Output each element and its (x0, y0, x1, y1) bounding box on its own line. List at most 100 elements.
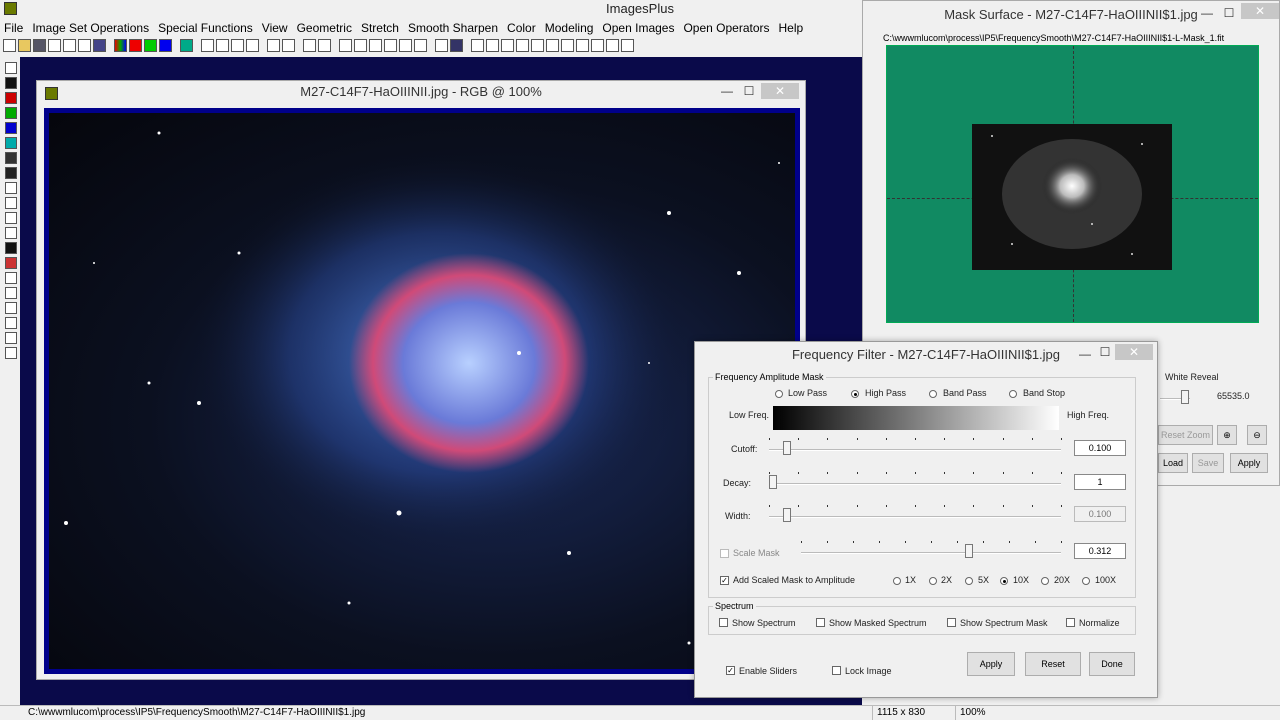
mult-2x-radio[interactable] (929, 577, 937, 585)
maximize-button[interactable]: ☐ (1215, 5, 1243, 21)
menu-modeling[interactable]: Modeling (545, 19, 594, 37)
close-button[interactable]: ✕ (1115, 344, 1153, 360)
zoom-out-icon[interactable] (486, 39, 499, 52)
mult-10x-radio[interactable] (1000, 577, 1008, 585)
menu-special-functions[interactable]: Special Functions (158, 19, 253, 37)
zoom-out-button[interactable]: ⊖ (1247, 425, 1267, 445)
undo-all-icon[interactable] (231, 39, 244, 52)
window-5-icon[interactable] (621, 39, 634, 52)
move-arrows-icon[interactable] (5, 272, 17, 284)
decay-value[interactable]: 1 (1074, 474, 1126, 490)
show-spectrum-mask-checkbox[interactable] (947, 618, 956, 627)
cyan-swatch-icon[interactable] (5, 137, 17, 149)
show-spectrum-checkbox[interactable] (719, 618, 728, 627)
mult-100x-radio[interactable] (1082, 577, 1090, 585)
mask-invert-icon[interactable] (5, 167, 17, 179)
curve-icon[interactable] (354, 39, 367, 52)
save-button[interactable]: Save (1192, 453, 1224, 473)
decay-slider[interactable] (769, 475, 777, 489)
cutoff-value[interactable]: 0.100 (1074, 440, 1126, 456)
grid-icon[interactable] (180, 39, 193, 52)
menu-image-set-operations[interactable]: Image Set Operations (32, 19, 149, 37)
move-icon[interactable] (384, 39, 397, 52)
red-channel-icon[interactable] (129, 39, 142, 52)
band-stop-radio[interactable] (1009, 390, 1017, 398)
low-pass-radio[interactable] (775, 390, 783, 398)
black-icon[interactable] (5, 77, 17, 89)
flag-icon[interactable] (5, 227, 17, 239)
gradient-icon[interactable] (5, 197, 17, 209)
pencil-icon[interactable] (435, 39, 448, 52)
menu-view[interactable]: View (262, 19, 288, 37)
window-4-icon[interactable] (606, 39, 619, 52)
zoom-plus-icon[interactable] (531, 39, 544, 52)
green-swatch-icon[interactable] (5, 107, 17, 119)
stop-icon[interactable] (282, 39, 295, 52)
menu-open-operators[interactable]: Open Operators (683, 19, 769, 37)
arrow-up-icon[interactable] (5, 287, 17, 299)
zoom-minus-icon[interactable] (546, 39, 559, 52)
load-button[interactable]: Load (1158, 453, 1188, 473)
delete-icon[interactable] (78, 39, 91, 52)
menu-stretch[interactable]: Stretch (361, 19, 399, 37)
band-pass-radio[interactable] (929, 390, 937, 398)
rotate-right-icon[interactable] (5, 332, 17, 344)
menu-help[interactable]: Help (779, 19, 804, 37)
reset-button[interactable]: Reset (1025, 652, 1081, 676)
menu-open-images[interactable]: Open Images (602, 19, 674, 37)
add-scaled-checkbox[interactable]: ✓ (720, 576, 729, 585)
high-pass-radio[interactable] (851, 390, 859, 398)
image-window[interactable]: M27-C14F7-HaOIIINII.jpg - RGB @ 100% — ☐… (36, 80, 806, 680)
app-logo-icon[interactable] (4, 2, 17, 15)
dots-icon[interactable] (303, 39, 316, 52)
save-icon[interactable] (33, 39, 46, 52)
image-icon[interactable] (414, 39, 427, 52)
mask-plot[interactable] (886, 45, 1259, 323)
crosshair-icon[interactable] (369, 39, 382, 52)
rotate-left-icon[interactable] (5, 317, 17, 329)
menu-color[interactable]: Color (507, 19, 536, 37)
width-value[interactable]: 0.100 (1074, 506, 1126, 522)
scale-mask-value[interactable]: 0.312 (1074, 543, 1126, 559)
zoom-actual-icon[interactable] (516, 39, 529, 52)
undo-icon[interactable] (201, 39, 214, 52)
new-file-icon[interactable] (3, 39, 16, 52)
red-swatch-icon[interactable] (5, 92, 17, 104)
blank-icon[interactable] (399, 39, 412, 52)
close-image-icon[interactable] (48, 39, 61, 52)
select-icon[interactable] (318, 39, 331, 52)
blue-swatch-icon[interactable] (5, 122, 17, 134)
zoom-in-icon[interactable] (471, 39, 484, 52)
zoom-fit-icon[interactable] (501, 39, 514, 52)
info-icon[interactable] (450, 39, 463, 52)
histogram-icon[interactable] (339, 39, 352, 52)
rgb-channels-icon[interactable] (114, 39, 127, 52)
window-1-icon[interactable] (561, 39, 574, 52)
maximize-button[interactable]: ☐ (735, 83, 763, 99)
image-red-icon[interactable] (5, 257, 17, 269)
reset-zoom-button[interactable]: Reset Zoom (1158, 425, 1213, 445)
show-masked-spectrum-checkbox[interactable] (816, 618, 825, 627)
width-slider[interactable] (783, 508, 792, 522)
window-2-icon[interactable] (576, 39, 589, 52)
save-small-icon[interactable] (5, 62, 17, 74)
mult-5x-radio[interactable] (965, 577, 973, 585)
zoom-in-button[interactable]: ⊕ (1217, 425, 1237, 445)
lock-image-checkbox[interactable] (832, 666, 841, 675)
close-button[interactable]: ✕ (1241, 3, 1279, 19)
duplicate-icon[interactable] (5, 347, 17, 359)
mask-icon[interactable] (5, 152, 17, 164)
lock-icon[interactable] (5, 182, 17, 194)
done-button[interactable]: Done (1089, 652, 1135, 676)
redo-all-icon[interactable] (246, 39, 259, 52)
window-3-icon[interactable] (591, 39, 604, 52)
scale-mask-slider[interactable] (964, 544, 973, 558)
check-icon[interactable] (63, 39, 76, 52)
copy-icon[interactable] (93, 39, 106, 52)
apply-button[interactable]: Apply (967, 652, 1015, 676)
apply-button[interactable]: Apply (1230, 453, 1268, 473)
redo-icon[interactable] (216, 39, 229, 52)
blue-channel-icon[interactable] (159, 39, 172, 52)
mask-image[interactable] (972, 124, 1172, 270)
frequency-filter-window[interactable]: Frequency Filter - M27-C14F7-HaOIIINII$1… (694, 341, 1158, 698)
